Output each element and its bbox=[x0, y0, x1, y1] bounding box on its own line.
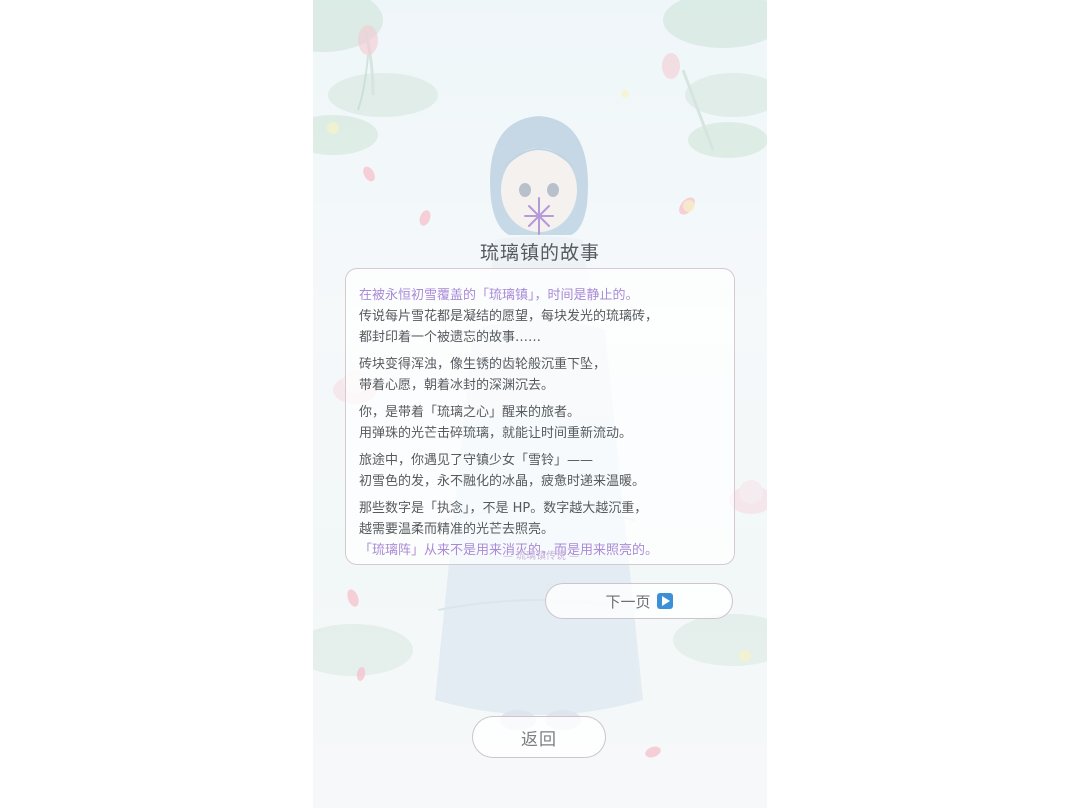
story-line: 砖块变得浑浊，像生锈的齿轮般沉重下坠， bbox=[359, 357, 607, 372]
story-panel: 在被永恒初雪覆盖的「琉璃镇」，时间是静止的。传说每片雪花都是凝结的愿望，每块发光… bbox=[345, 268, 735, 565]
story-line: 用弹珠的光芒击碎琉璃，就能让时间重新流动。 bbox=[359, 426, 633, 441]
story-paragraph: 旅途中，你遇见了守镇少女「雪铃」—— 初雪色的发，永不融化的冰晶，疲惫时递来温暖。 bbox=[359, 450, 734, 492]
play-icon bbox=[656, 593, 673, 609]
story-line: 那些数字是「执念」，不是 HP。数字越大越沉重， bbox=[359, 501, 648, 516]
snowflake-icon bbox=[524, 197, 554, 235]
story-paragraph: 你，是带着「琉璃之心」醒来的旅者。用弹珠的光芒击碎琉璃，就能让时间重新流动。 bbox=[359, 402, 734, 444]
story-line: 传说每片雪花都是凝结的愿望，每块发光的琉璃砖， bbox=[359, 309, 659, 324]
story-title: 琉璃镇的故事 bbox=[479, 242, 600, 264]
story-line: 带着心愿，朝着冰封的深渊沉去。 bbox=[359, 378, 555, 393]
story-line: 初雪色的发，永不融化的冰晶，疲惫时递来温暖。 bbox=[359, 474, 646, 489]
story-line: 越需要温柔而精准的光芒去照亮。 bbox=[359, 522, 555, 537]
back-button[interactable]: 返回 bbox=[472, 716, 606, 758]
game-screen: 琉璃镇的故事 在被永恒初雪覆盖的「琉璃镇」，时间是静止的。传说每片雪花都是凝结的… bbox=[313, 0, 767, 808]
story-body: 在被永恒初雪覆盖的「琉璃镇」，时间是静止的。传说每片雪花都是凝结的愿望，每块发光… bbox=[359, 285, 734, 561]
story-line: 旅途中，你遇见了守镇少女「雪铃」—— bbox=[359, 453, 594, 468]
next-page-button[interactable]: 下一页 bbox=[545, 583, 733, 619]
back-label: 返回 bbox=[521, 729, 557, 750]
story-line: 你，是带着「琉璃之心」醒来的旅者。 bbox=[359, 405, 581, 420]
story-line: 在被永恒初雪覆盖的「琉璃镇」，时间是静止的。 bbox=[359, 288, 639, 303]
story-paragraph: 砖块变得浑浊，像生锈的齿轮般沉重下坠， 带着心愿，朝着冰封的深渊沉去。 bbox=[359, 354, 734, 396]
story-signature: — 琉璃镇传说 — bbox=[502, 551, 580, 562]
next-page-label: 下一页 bbox=[605, 592, 651, 611]
story-line: 都封印着一个被遗忘的故事…… bbox=[359, 330, 542, 345]
story-paragraph: 在被永恒初雪覆盖的「琉璃镇」，时间是静止的。传说每片雪花都是凝结的愿望，每块发光… bbox=[359, 285, 734, 348]
